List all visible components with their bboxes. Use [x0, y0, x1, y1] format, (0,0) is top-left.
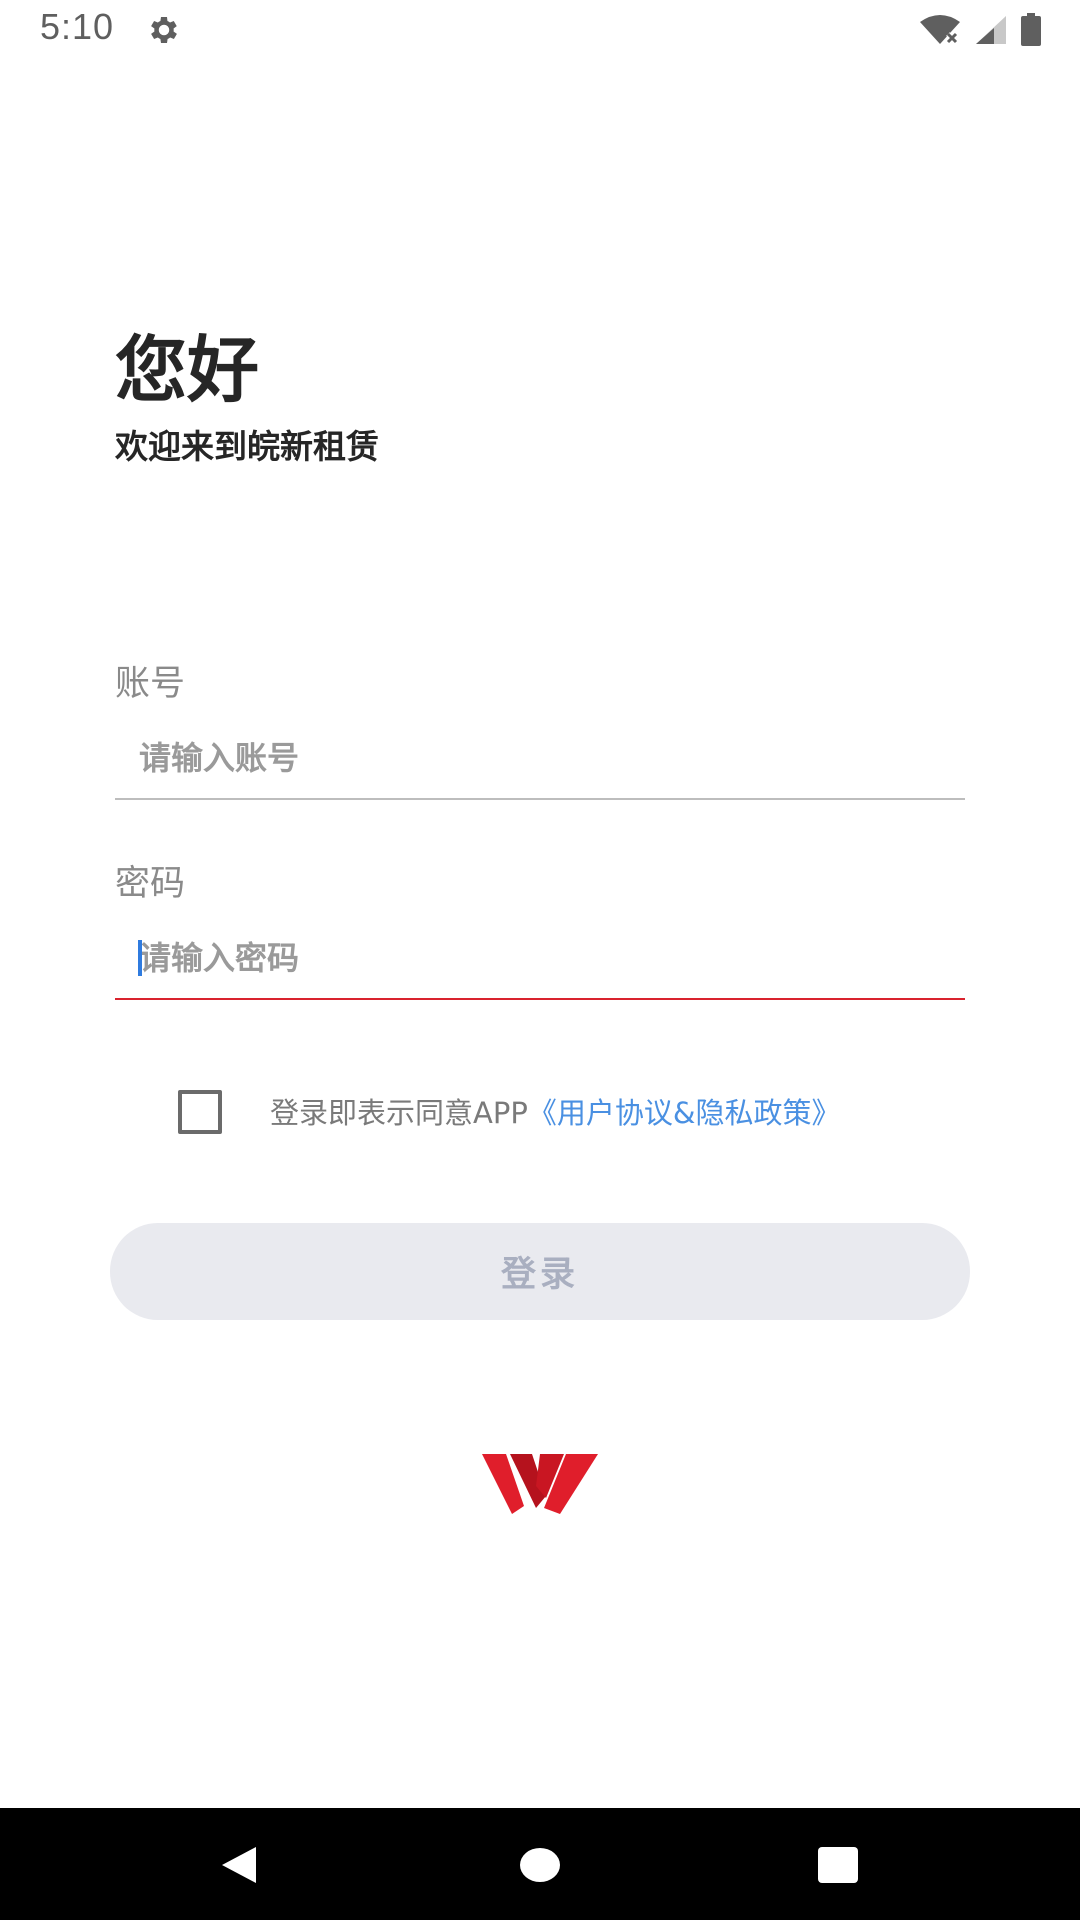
agreement-prefix: 登录即表示同意APP	[270, 1096, 528, 1130]
account-input[interactable]	[115, 714, 965, 802]
back-button[interactable]	[205, 1830, 275, 1900]
back-icon	[222, 1847, 256, 1883]
greeting-title: 您好	[115, 328, 260, 412]
wifi-icon	[920, 15, 960, 44]
navigation-bar	[0, 1808, 1080, 1920]
brand-logo	[482, 1454, 598, 1514]
password-label: 密码	[115, 864, 186, 904]
home-icon	[520, 1848, 560, 1882]
login-screen: 5:10 您好 欢迎来到皖新租赁 账号 密码	[0, 0, 1080, 1920]
status-icons	[918, 10, 1042, 50]
recents-icon	[818, 1847, 858, 1883]
signal-icon	[976, 16, 1006, 44]
account-label: 账号	[115, 664, 186, 704]
password-underline	[115, 998, 965, 1000]
status-bar: 5:10	[0, 0, 1080, 60]
agreement-text: 登录即表示同意APP《用户协议&隐私政策》	[270, 1092, 840, 1134]
password-input[interactable]	[115, 914, 965, 1002]
agreement-checkbox[interactable]	[178, 1090, 222, 1134]
login-button[interactable]: 登录	[110, 1223, 970, 1320]
status-time: 5:10	[40, 6, 115, 47]
account-underline	[115, 798, 965, 800]
text-caret	[138, 940, 142, 976]
agreement-link[interactable]: 《用户协议&隐私政策》	[528, 1096, 841, 1130]
battery-icon	[1021, 13, 1041, 46]
greeting-subtitle: 欢迎来到皖新租赁	[115, 427, 379, 466]
recents-button[interactable]	[803, 1830, 873, 1900]
home-button[interactable]	[505, 1830, 575, 1900]
gear-icon	[151, 16, 177, 44]
